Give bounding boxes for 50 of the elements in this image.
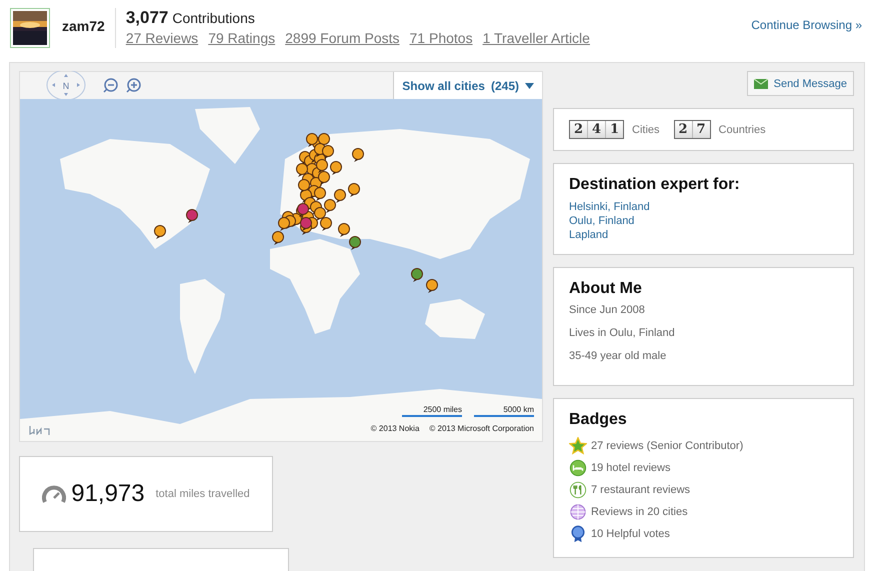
contribution-link[interactable]: 71 Photos <box>410 30 473 46</box>
miles-label: total miles travelled <box>156 488 250 500</box>
speedometer-icon <box>42 484 66 504</box>
destination-link[interactable]: Oulu, Finland <box>569 214 838 228</box>
miles-value: 91,973 <box>71 480 145 508</box>
continue-browsing-link[interactable]: Continue Browsing » <box>751 18 862 32</box>
city-filter-dropdown[interactable]: Show all cities (245) <box>393 72 542 99</box>
counter-digit: 2 <box>674 121 693 138</box>
username: zam72 <box>62 18 105 34</box>
counter-digit: 7 <box>692 121 710 138</box>
contribution-link[interactable]: 27 Reviews <box>126 30 198 46</box>
contributions-count: 3,077 <box>126 8 168 28</box>
badge-text: 10 Helpful votes <box>591 528 670 540</box>
caret-icon <box>525 82 534 88</box>
badge-text: 27 reviews (Senior Contributor) <box>591 440 744 452</box>
map-copyright: © 2013 Nokia <box>370 424 420 433</box>
counter-label: Cities <box>632 124 660 136</box>
badge-text: 7 restaurant reviews <box>591 484 690 496</box>
contributions-label: Contributions <box>172 10 255 26</box>
envelope-icon <box>754 78 768 88</box>
section-title: About Me <box>569 280 643 298</box>
destination-link[interactable]: Lapland <box>569 228 838 242</box>
badge-text: Reviews in 20 cities <box>591 506 688 518</box>
ribbon-icon <box>569 525 587 543</box>
avatar-picture-frame[interactable] <box>10 8 50 48</box>
counter-digit: 1 <box>606 121 623 138</box>
zoom-in-icon[interactable] <box>125 77 142 94</box>
contribution-link[interactable]: 2899 Forum Posts <box>285 30 400 46</box>
section-title: Badges <box>569 411 628 429</box>
compass-icon[interactable]: N <box>46 70 86 100</box>
scale-bar: 5000 km <box>474 405 534 417</box>
send-message-button[interactable]: Send Message <box>746 71 854 96</box>
about-line: 35-49 year old male <box>569 350 668 362</box>
globe-icon <box>569 503 587 521</box>
about-line: Lives in Oulu, Finland <box>569 327 676 339</box>
map-copyright: © 2013 Microsoft Corporation <box>429 424 534 433</box>
counter-digit: 4 <box>588 121 606 138</box>
destination-link[interactable]: Helsinki, Finland <box>569 200 838 214</box>
counter-label: Countries <box>718 124 766 136</box>
bed-icon <box>569 459 587 477</box>
fork-knife-icon <box>569 481 587 499</box>
star-icon <box>569 437 587 455</box>
zoom-out-icon[interactable] <box>102 77 119 94</box>
about-line: Since Jun 2008 <box>569 304 646 316</box>
scale-bar: 2500 miles <box>402 405 462 417</box>
badge-text: 19 hotel reviews <box>591 462 670 474</box>
counter-digit: 2 <box>570 121 588 138</box>
section-title: Destination expert for: <box>569 176 741 194</box>
contribution-link[interactable]: 1 Traveller Article <box>482 30 590 46</box>
contribution-link[interactable]: 79 Ratings <box>208 30 276 46</box>
